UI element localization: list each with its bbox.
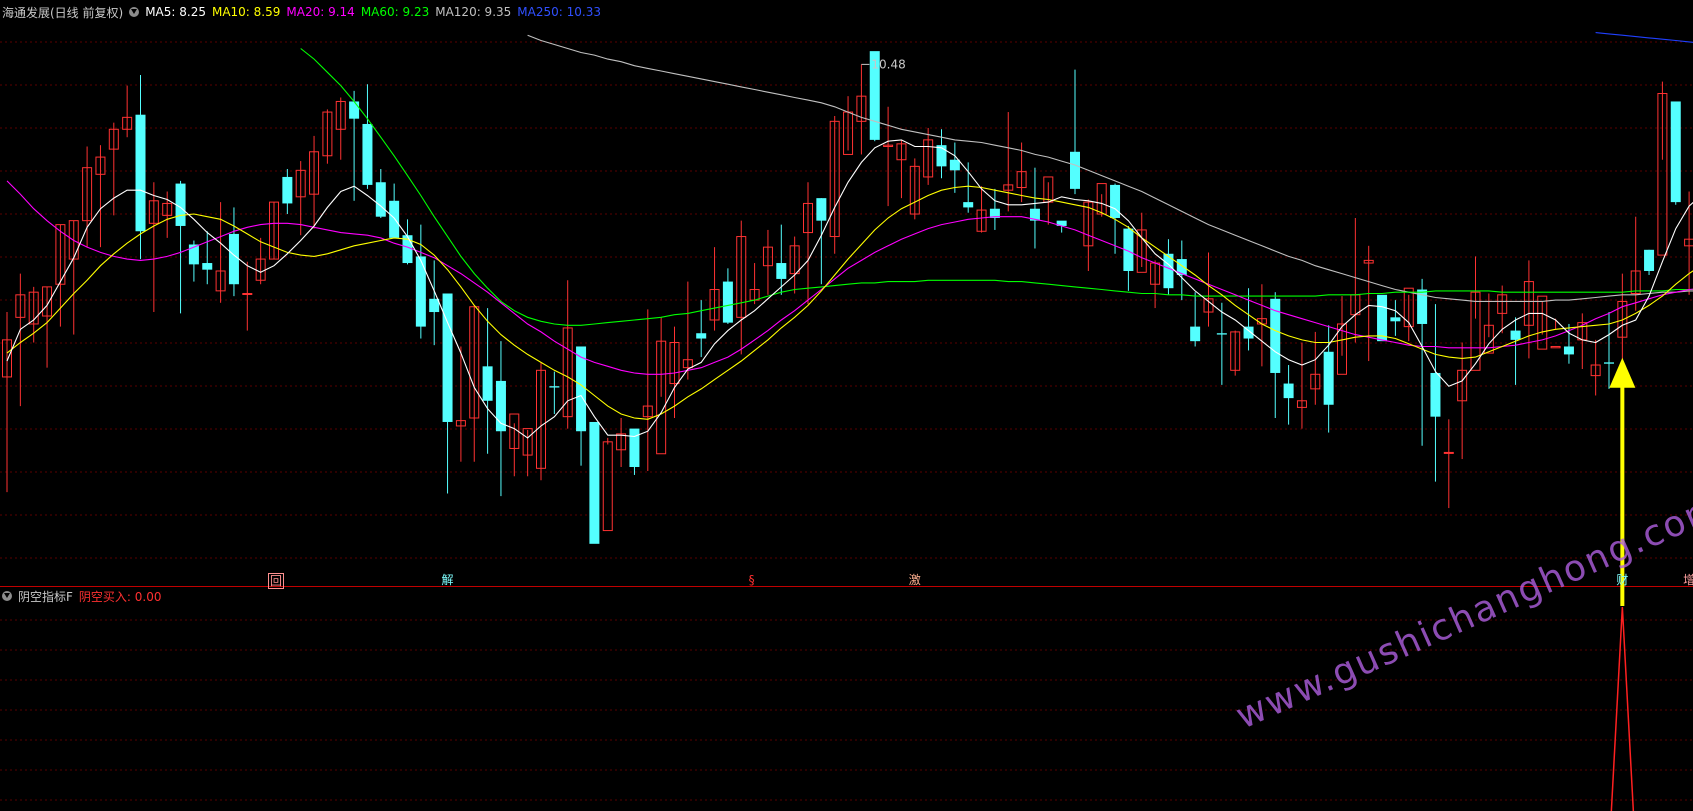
- candle-down: [482, 366, 493, 401]
- candle-down: [349, 101, 360, 119]
- candle-down: [375, 182, 386, 217]
- ma5-label: MA5: 8.25: [145, 5, 206, 19]
- ma120-label: MA120: 9.35: [435, 5, 512, 19]
- candle-down: [576, 346, 587, 432]
- candle-down: [1644, 249, 1655, 271]
- ma20-label: MA20: 9.14: [286, 5, 355, 19]
- candle-down: [1270, 298, 1281, 373]
- candle-down: [282, 176, 293, 204]
- candle-down: [228, 233, 239, 285]
- candle-down: [135, 114, 146, 232]
- high-label: 10.48: [871, 57, 905, 71]
- ma250-line: [1595, 32, 1693, 43]
- candle-down: [1670, 101, 1681, 203]
- settings-circle-icon[interactable]: [129, 7, 140, 17]
- candle-down: [816, 198, 827, 221]
- candle-down: [389, 200, 400, 238]
- candle-down: [1377, 294, 1388, 342]
- candle-down: [1510, 330, 1521, 340]
- candle-down: [1283, 383, 1294, 399]
- ma250-label: MA250: 10.33: [517, 5, 601, 19]
- main-legend: 海通发展(日线 前复权) MA5: 8.25 MA10: 8.59 MA20: …: [2, 4, 601, 20]
- ma60-label: MA60: 9.23: [360, 5, 430, 19]
- candle-down: [1110, 184, 1121, 219]
- kline-chart[interactable]: 10.48: [0, 0, 1693, 811]
- candle-down: [549, 386, 560, 388]
- indicator-settings-icon[interactable]: [2, 591, 12, 601]
- candle-down: [1323, 351, 1334, 405]
- signal-arrow-head: [1609, 357, 1636, 388]
- indicator-legend: 阴空指标F 阴空买入: 0.00: [2, 588, 161, 604]
- candle-down: [696, 333, 707, 339]
- candle-down: [415, 256, 426, 327]
- candle-down: [589, 421, 600, 544]
- candle-down: [442, 293, 453, 422]
- signal-marker: 回: [268, 573, 285, 589]
- signal-marker: 解: [441, 573, 454, 587]
- signal-marker: 增: [1683, 573, 1693, 587]
- indicator-spike: [1610, 606, 1635, 811]
- candle-up: [602, 441, 613, 532]
- candle-down: [629, 428, 640, 467]
- signal-marker: 激: [908, 573, 921, 587]
- ma60-line: [300, 48, 1693, 326]
- candle-down: [1070, 151, 1080, 189]
- candle-down: [1390, 317, 1401, 322]
- candle-down: [776, 263, 787, 279]
- candle-down: [202, 263, 213, 270]
- candle-down: [949, 159, 960, 171]
- signal-marker: 财: [1616, 573, 1629, 587]
- candle-down: [1216, 333, 1227, 335]
- indicator-value: 阴空买入: 0.00: [78, 589, 162, 604]
- candle-up: [242, 293, 253, 295]
- candle-down: [963, 202, 974, 208]
- candle-down: [1190, 326, 1201, 342]
- ma20-line: [6, 180, 1693, 375]
- candle-down: [1430, 372, 1441, 417]
- stock-name: 海通发展(日线 前复权): [2, 5, 124, 20]
- candle-down: [722, 281, 733, 323]
- candle-down: [429, 298, 440, 313]
- signal-marker: §: [748, 573, 755, 587]
- indicator-name: 阴空指标F: [18, 589, 73, 604]
- candle-down: [1563, 346, 1574, 355]
- candle-up: [1550, 345, 1561, 349]
- candle-up: [1443, 451, 1454, 454]
- ma120-line: [527, 34, 1693, 302]
- candle-down: [362, 123, 373, 185]
- candle-down: [1604, 362, 1614, 364]
- ma10-label: MA10: 8.59: [211, 5, 281, 19]
